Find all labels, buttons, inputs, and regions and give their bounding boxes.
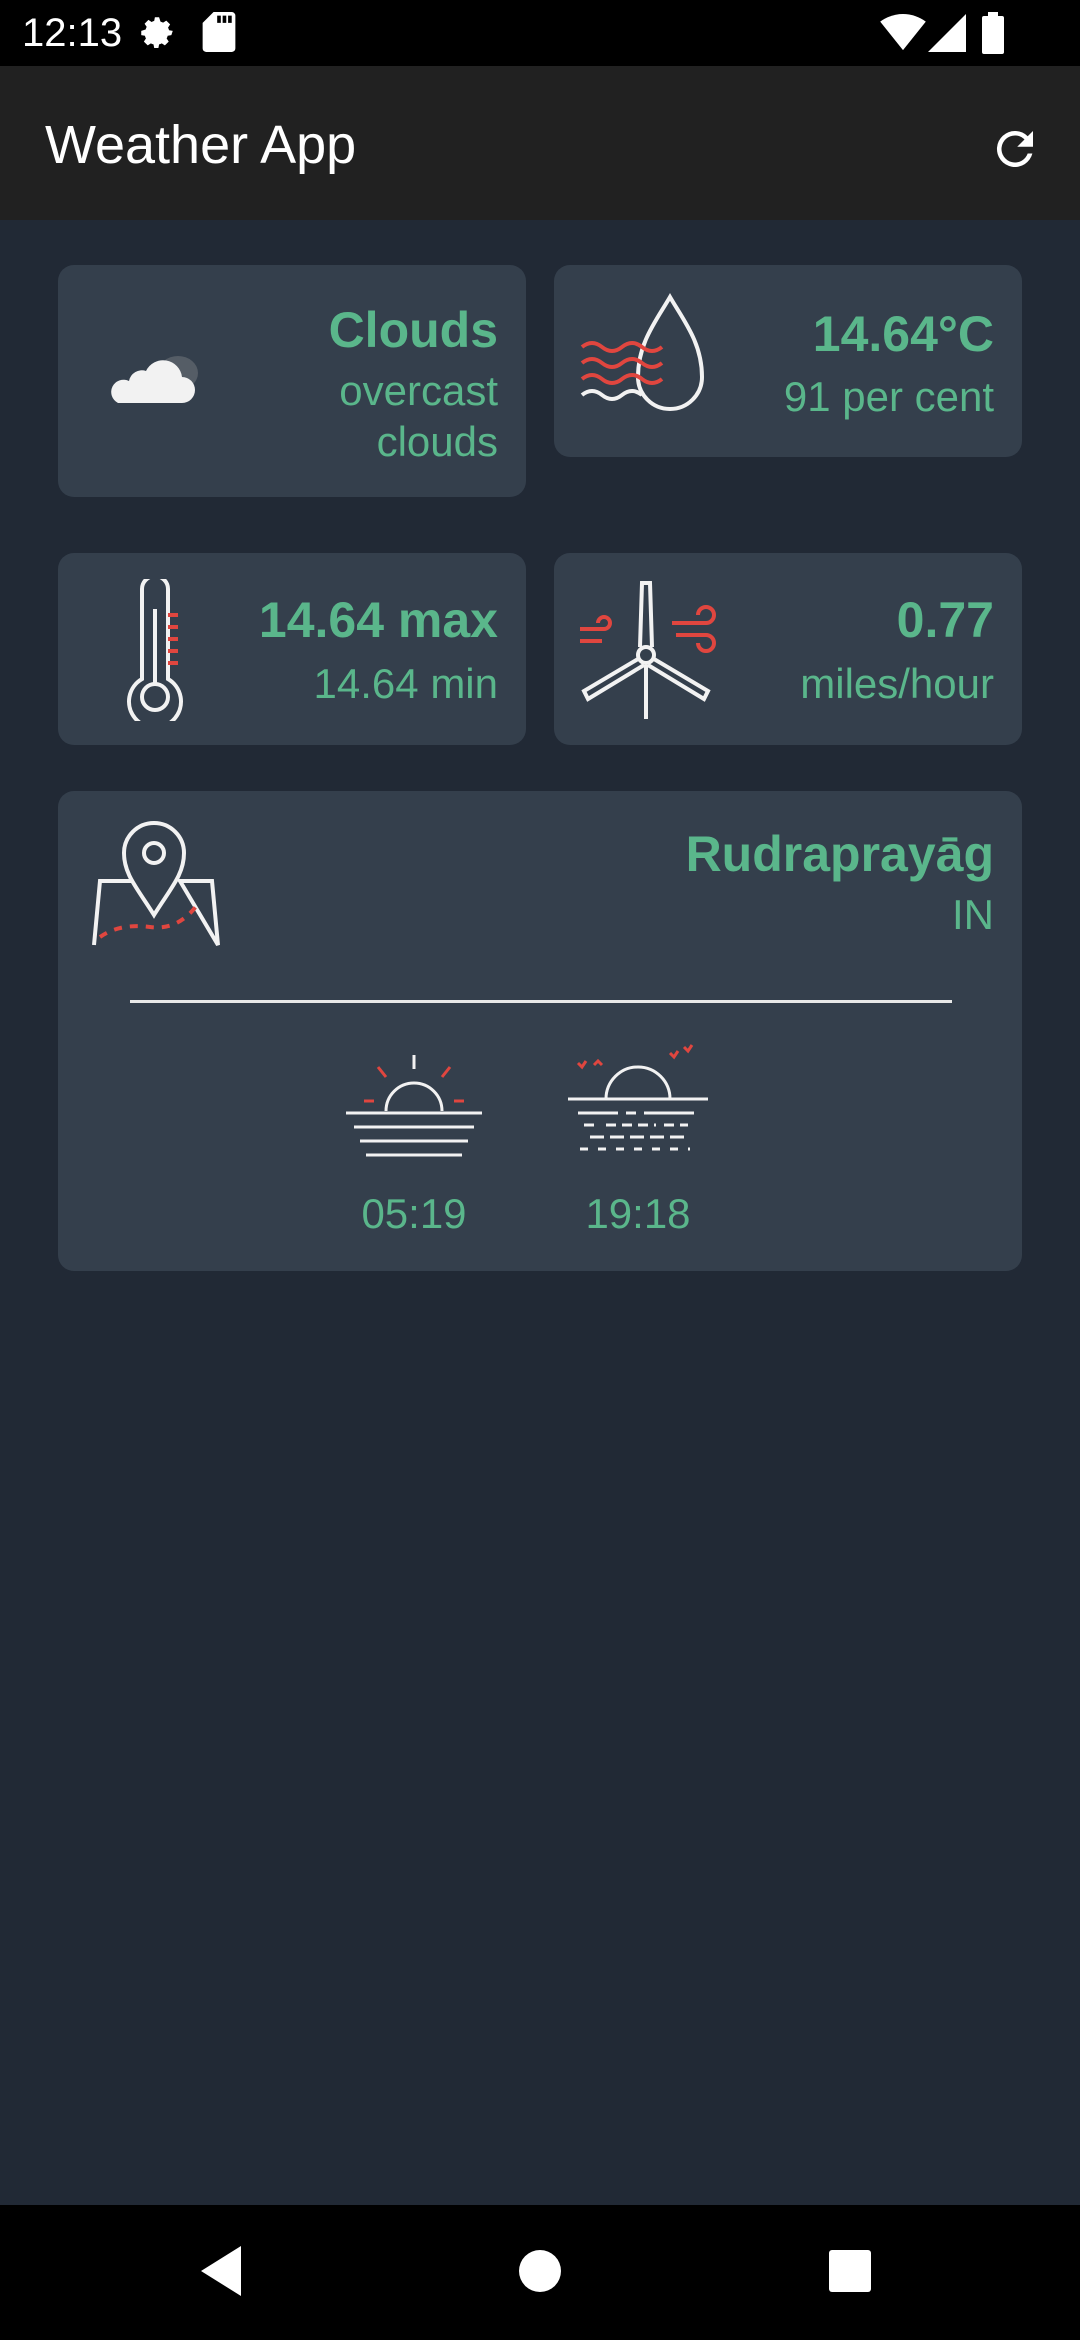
battery-icon	[982, 12, 1004, 59]
status-time: 12:13	[22, 11, 123, 55]
sd-card-icon	[202, 12, 236, 57]
temperature-min: 14.64 min	[313, 660, 498, 707]
location-city: Rudraprayāg	[685, 826, 994, 882]
location-country: IN	[952, 891, 994, 938]
refresh-button[interactable]	[980, 116, 1050, 186]
wind-speed: 0.77	[896, 592, 994, 648]
map-pin-icon	[84, 819, 224, 956]
location-card: Rudraprayāg IN 05:19 19:18	[58, 791, 1022, 1271]
app-bar: Weather App	[0, 66, 1080, 220]
temperature-range-card: 14.64 max 14.64 min	[58, 553, 526, 745]
settings-icon	[136, 12, 178, 59]
recents-icon	[829, 2249, 871, 2297]
thermometer-icon	[120, 574, 190, 730]
wifi-icon	[880, 14, 926, 57]
wind-card: 0.77 miles/hour	[554, 553, 1022, 745]
navigation-bar	[0, 2205, 1080, 2340]
weather-main: Clouds	[328, 302, 498, 358]
weather-description-line2: clouds	[376, 418, 498, 465]
cloud-icon	[104, 343, 204, 412]
sunrise-icon	[344, 1053, 484, 1164]
cellular-signal-icon	[928, 14, 966, 57]
wind-unit: miles/hour	[800, 660, 994, 707]
weather-condition-card: Clouds overcast clouds	[58, 265, 526, 497]
home-icon	[518, 2249, 562, 2298]
temperature-max: 14.64 max	[258, 592, 498, 648]
sunset-icon	[566, 1041, 710, 1164]
humidity-value: 91 per cent	[783, 373, 994, 420]
sunset-time: 19:18	[585, 1190, 691, 1237]
back-icon	[201, 2245, 249, 2301]
recents-button[interactable]	[807, 2230, 893, 2316]
humidity-drop-icon	[578, 291, 728, 438]
sunrise-time: 05:19	[361, 1190, 467, 1237]
weather-description-line1: overcast	[339, 367, 498, 414]
wind-turbine-icon	[578, 579, 728, 726]
refresh-icon	[988, 122, 1042, 181]
content-area: Clouds overcast clouds 14.64°C 91 per ce…	[0, 220, 1080, 2205]
current-temperature: 14.64°C	[812, 306, 994, 362]
status-bar: 12:13	[0, 0, 1080, 66]
humidity-card: 14.64°C 91 per cent	[554, 265, 1022, 457]
back-button[interactable]	[182, 2230, 268, 2316]
divider	[130, 1000, 952, 1003]
home-button[interactable]	[497, 2230, 583, 2316]
app-title: Weather App	[45, 115, 357, 175]
